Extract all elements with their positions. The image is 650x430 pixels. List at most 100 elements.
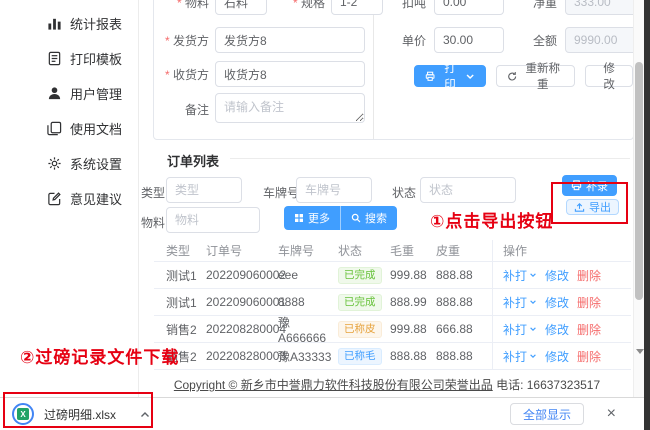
remark-textarea[interactable] <box>215 93 365 123</box>
table-row: 销售2 202208280003 豫A33333 已称毛 888.88 888.… <box>154 343 631 370</box>
col-header: 车牌号 <box>278 242 338 259</box>
sidebar-item-docs[interactable]: 使用文档 <box>0 111 138 146</box>
sidebar: 统计报表 打印模板 用户管理 使用文档 系统设置 意见建议 <box>0 0 139 397</box>
delete-link[interactable]: 删除 <box>577 348 601 365</box>
filter-type-label: 类型 <box>141 184 165 201</box>
filter-type-input[interactable] <box>166 177 242 203</box>
search-icon <box>351 213 361 223</box>
export-button[interactable]: 导出 <box>566 199 619 215</box>
modify-link[interactable]: 修改 <box>545 348 569 365</box>
printer-icon <box>425 71 435 82</box>
reprint-link[interactable]: 补打 <box>503 294 537 311</box>
sidebar-item-settings[interactable]: 系统设置 <box>0 146 138 181</box>
delete-link[interactable]: 删除 <box>577 267 601 284</box>
spec-label: 规格 <box>283 0 325 11</box>
reprint-link[interactable]: 补打 <box>503 348 537 365</box>
supplement-record-button[interactable]: 补录 <box>562 175 617 196</box>
remark-label: 备注 <box>164 101 209 118</box>
vertical-scrollbar[interactable] <box>633 0 644 397</box>
chevron-down-icon <box>529 271 537 279</box>
net-weight-input <box>565 0 639 15</box>
sidebar-item-statistics[interactable]: 统计报表 <box>0 6 138 41</box>
weighing-software-window: 统计报表 打印模板 用户管理 使用文档 系统设置 意见建议 物料 规格 <box>0 0 650 430</box>
deduct-input[interactable] <box>434 0 504 15</box>
chevron-down-icon <box>465 71 475 82</box>
order-list-title: 订单列表 <box>167 151 219 170</box>
sidebar-item-label: 使用文档 <box>70 119 122 138</box>
user-icon <box>47 86 62 101</box>
section-divider <box>230 158 630 159</box>
table-header-row: 类型 订单号 车牌号 状态 毛重 皮重 操作 <box>154 240 631 262</box>
download-filename: 过磅明细.xlsx <box>44 406 116 423</box>
order-table: 类型 订单号 车牌号 状态 毛重 皮重 操作 测试1 202209060002 … <box>154 240 631 370</box>
excel-file-icon: X <box>12 403 34 425</box>
chevron-down-icon <box>529 325 537 333</box>
window-edge <box>644 0 650 430</box>
annotation-step2: ②过磅记录文件下载 <box>20 343 179 368</box>
sender-label: 发货方 <box>164 32 209 49</box>
deduct-label: 扣吨 <box>394 0 426 11</box>
feedback-icon <box>47 191 62 206</box>
modify-link[interactable]: 修改 <box>545 267 569 284</box>
sidebar-item-label: 系统设置 <box>70 154 122 173</box>
sidebar-item-user-management[interactable]: 用户管理 <box>0 76 138 111</box>
chevron-up-icon[interactable] <box>140 411 150 418</box>
modify-order-button[interactable]: 修改 <box>585 65 633 87</box>
more-button[interactable]: 更多 <box>284 206 340 230</box>
sidebar-item-label: 统计报表 <box>70 14 122 33</box>
receiver-input[interactable] <box>215 61 365 87</box>
filter-plate-label: 车牌号 <box>263 184 299 201</box>
table-row: 测试1 202209060002 eee 已完成 999.88 888.88 补… <box>154 262 631 289</box>
show-all-downloads-button[interactable]: 全部显示 <box>510 403 584 425</box>
reweigh-button[interactable]: 重新称重 <box>496 65 575 87</box>
total-label: 全额 <box>527 32 557 49</box>
delete-link[interactable]: 删除 <box>577 321 601 338</box>
bar-chart-icon <box>47 16 62 31</box>
search-button[interactable]: 搜索 <box>340 206 397 230</box>
filter-material-input[interactable] <box>166 207 260 233</box>
spec-input[interactable] <box>331 0 383 15</box>
unit-price-input[interactable] <box>434 27 504 53</box>
table-row: 测试1 202209060001 8888 已完成 888.99 888.88 … <box>154 289 631 316</box>
filter-status-label: 状态 <box>392 184 416 201</box>
print-button[interactable]: 打印 <box>414 65 486 87</box>
filter-status-input[interactable] <box>420 177 516 203</box>
weighing-form-card: 物料 规格 发货方 收货方 备注 扣吨 净重 单价 全额 <box>153 0 634 140</box>
refresh-icon <box>507 71 517 82</box>
delete-link[interactable]: 删除 <box>577 294 601 311</box>
col-header: 状态 <box>338 242 390 259</box>
phone-text: 电话: 16637323517 <box>496 378 600 392</box>
printer-icon <box>571 180 582 191</box>
chevron-down-icon <box>529 352 537 360</box>
print-template-icon <box>47 51 62 66</box>
status-badge: 已称皮 <box>338 321 382 338</box>
sidebar-item-label: 用户管理 <box>70 84 122 103</box>
sidebar-item-label: 打印模板 <box>70 49 122 68</box>
sender-input[interactable] <box>215 27 365 53</box>
scroll-down-arrow-icon[interactable] <box>636 349 644 354</box>
reprint-link[interactable]: 补打 <box>503 321 537 338</box>
gear-icon <box>47 156 62 171</box>
scrollbar-thumb[interactable] <box>635 62 643 300</box>
filter-plate-input[interactable] <box>296 177 372 203</box>
net-weight-label: 净重 <box>527 0 557 11</box>
status-badge: 已完成 <box>338 294 382 311</box>
material-input[interactable] <box>215 0 267 15</box>
col-header: 订单号 <box>206 242 278 259</box>
copyright-bar: Copyright © 新乡市中誉鼎力软件科技股份有限公司荣誉出品 电话: 16… <box>140 376 634 393</box>
col-header: 操作 <box>492 240 631 261</box>
sidebar-item-label: 意见建议 <box>70 189 122 208</box>
chevron-down-icon <box>529 298 537 306</box>
table-row: 销售2 202208280004 豫A666666 已称皮 999.88 666… <box>154 316 631 343</box>
download-item[interactable]: X 过磅明细.xlsx <box>12 403 150 425</box>
close-download-bar-icon[interactable]: × <box>607 404 616 424</box>
modify-link[interactable]: 修改 <box>545 294 569 311</box>
sidebar-item-print-template[interactable]: 打印模板 <box>0 41 138 76</box>
total-input <box>565 27 639 53</box>
sidebar-item-feedback[interactable]: 意见建议 <box>0 181 138 216</box>
reprint-link[interactable]: 补打 <box>503 267 537 284</box>
modify-link[interactable]: 修改 <box>545 321 569 338</box>
unit-price-label: 单价 <box>394 32 426 49</box>
copyright-link[interactable]: Copyright © 新乡市中誉鼎力软件科技股份有限公司荣誉出品 <box>174 378 493 392</box>
col-header: 皮重 <box>436 242 492 259</box>
